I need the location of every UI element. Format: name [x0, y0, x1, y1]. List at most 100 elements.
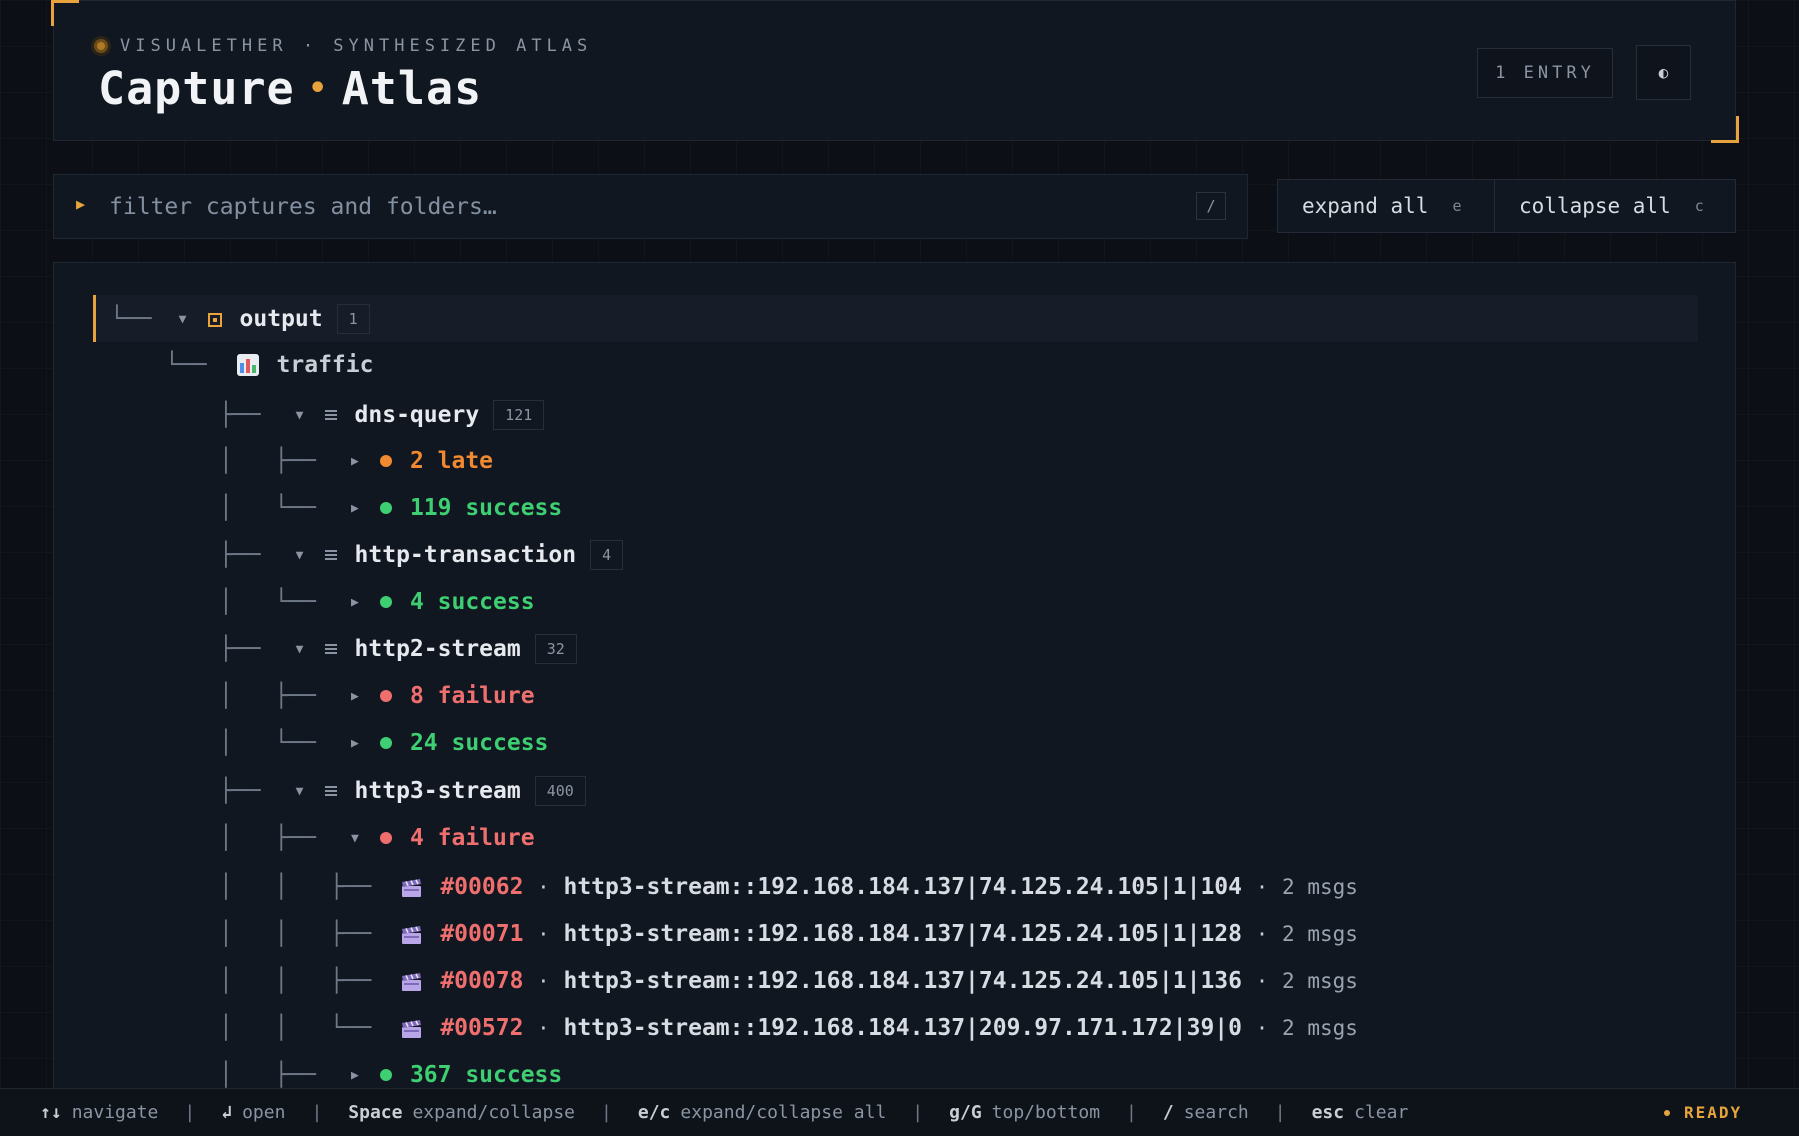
collapse-arrow-icon[interactable]: ▼ [346, 831, 364, 846]
capture-row[interactable]: │ │ ├── #00078 · http3-stream::192.168.1… [219, 958, 1358, 1004]
collapse-arrow-icon[interactable]: ▼ [174, 312, 192, 327]
collapse-arrow-icon[interactable]: ▼ [291, 784, 309, 799]
list-icon [324, 786, 337, 798]
status-label: 2 late [409, 448, 494, 474]
tree-guide: │ │ ├── [219, 874, 372, 900]
tree-guide: │ │ ├── [219, 968, 372, 994]
status-label: 8 failure [409, 683, 535, 709]
keyboard-hints-footer: ↑↓ navigate | ↲ open | Space expand/coll… [0, 1088, 1799, 1136]
collapse-arrow-icon[interactable]: ▼ [291, 408, 309, 423]
title-separator: • [308, 71, 328, 106]
hint-label: expand/collapse [412, 1102, 576, 1123]
hint-label: navigate [71, 1102, 159, 1123]
expand-arrow-icon[interactable]: ▶ [346, 736, 364, 751]
capture-name: http3-stream::192.168.184.137|74.125.24.… [563, 874, 1242, 900]
tree-row-status[interactable]: │ ├── ▼ 4 failure [219, 815, 535, 861]
tree-node-name: output [239, 306, 323, 332]
tree-row-status[interactable]: │ ├── ▶ 8 failure [219, 673, 535, 719]
hint-label: top/bottom [991, 1102, 1101, 1123]
hint-key: e/c [637, 1102, 671, 1123]
expand-arrow-icon[interactable]: ▶ [346, 454, 364, 469]
status-label: 367 success [409, 1062, 563, 1088]
capture-name: http3-stream::192.168.184.137|74.125.24.… [563, 921, 1242, 947]
search-shortcut-key: / [1196, 192, 1226, 220]
capture-row[interactable]: │ │ └── #00572 · http3-stream::192.168.1… [219, 1005, 1358, 1051]
tree-node-name: dns-query [354, 402, 480, 428]
expand-arrow-icon[interactable]: ▶ [346, 1068, 364, 1083]
count-badge: 32 [534, 634, 577, 664]
hint-label: clear [1354, 1102, 1409, 1123]
divider: | [311, 1102, 323, 1123]
capture-id: #00071 [440, 921, 524, 947]
clapperboard-icon [402, 972, 422, 991]
enter-key-icon: ↲ [221, 1102, 233, 1123]
hint-key: Space [348, 1102, 403, 1123]
tree-row-dns-query[interactable]: ├── ▼ dns-query 121 [219, 392, 545, 438]
tree-row-http2-stream[interactable]: ├── ▼ http2-stream 32 [219, 626, 577, 672]
capture-id: #00572 [440, 1015, 524, 1041]
tree-guide: │ └── [219, 589, 316, 615]
status-text: READY [1684, 1103, 1743, 1122]
tree-guide: │ ├── [219, 448, 316, 474]
expand-arrow-icon[interactable]: ▶ [346, 595, 364, 610]
tree-node-name: http3-stream [354, 778, 521, 804]
expand-all-shortcut: e [1452, 197, 1462, 215]
tree-guide: │ └── [219, 730, 316, 756]
collapse-arrow-icon[interactable]: ▼ [291, 642, 309, 657]
divider: | [1126, 1102, 1137, 1123]
collapse-all-button[interactable]: collapse all c [1494, 179, 1736, 233]
tree-row-status[interactable]: │ └── ▶ 24 success [219, 720, 548, 766]
status-label: 4 success [409, 589, 535, 615]
list-icon [324, 410, 337, 422]
separator: · [1255, 1016, 1269, 1040]
count-badge: 121 [493, 400, 545, 430]
collapse-all-shortcut: c [1694, 197, 1704, 215]
hint-space: Space expand/collapse [348, 1102, 575, 1123]
expand-all-button[interactable]: expand all e [1277, 179, 1495, 233]
search-bar: ▶ / [53, 174, 1248, 239]
tree-node-name: traffic [276, 352, 374, 378]
separator: · [1255, 922, 1269, 946]
hint-key: esc [1311, 1102, 1345, 1123]
collapse-arrow-icon[interactable]: ▼ [291, 548, 309, 563]
collapse-all-label: collapse all [1519, 194, 1671, 218]
tree-guide: │ └── [219, 495, 316, 521]
tree-row-status[interactable]: │ └── ▶ 4 success [219, 579, 535, 625]
message-count: 2 msgs [1282, 1016, 1358, 1040]
search-input[interactable] [109, 189, 1109, 225]
capture-row[interactable]: │ │ ├── #00071 · http3-stream::192.168.1… [219, 911, 1358, 957]
tree-row-http-transaction[interactable]: ├── ▼ http-transaction 4 [219, 532, 624, 578]
tree-row-output[interactable]: └── ▼ output 1 [110, 296, 370, 342]
tree-row-http3-stream[interactable]: ├── ▼ http3-stream 400 [219, 768, 586, 814]
brand-label: VISUALETHER · SYNTHESIZED ATLAS [120, 36, 593, 56]
separator: · [537, 1016, 550, 1040]
count-badge: 4 [590, 540, 624, 570]
tree-row-status[interactable]: │ ├── ▶ 2 late [219, 438, 493, 484]
separator: · [1255, 969, 1269, 993]
tree-row-traffic[interactable]: └── traffic [165, 342, 373, 388]
tree-row-status[interactable]: │ └── ▶ 119 success [219, 485, 562, 531]
expand-arrow-icon[interactable]: ▶ [346, 689, 364, 704]
page-title: Capture • Atlas [98, 62, 482, 115]
tree-guide: ├── [219, 402, 261, 428]
message-count: 2 msgs [1282, 922, 1358, 946]
clapperboard-icon [402, 878, 422, 897]
success-status-dot-icon [379, 596, 392, 608]
status-label: 119 success [409, 495, 563, 521]
tree-guide: │ ├── [219, 825, 316, 851]
hint-top-bottom: g/G top/bottom [949, 1102, 1100, 1123]
header-corner-accent [1711, 116, 1739, 143]
tree-node-name: http-transaction [354, 542, 577, 568]
capture-row[interactable]: │ │ ├── #00062 · http3-stream::192.168.1… [219, 864, 1358, 910]
tree-guide: └── [110, 306, 152, 332]
brand-row: VISUALETHER · SYNTHESIZED ATLAS [94, 36, 592, 56]
capture-id: #00062 [440, 874, 524, 900]
failure-status-dot-icon [379, 690, 392, 702]
expand-arrow-icon[interactable]: ▶ [346, 501, 364, 516]
hint-search: / search [1163, 1102, 1249, 1123]
list-icon [324, 550, 337, 562]
message-count: 2 msgs [1282, 875, 1358, 899]
count-badge: 1 [336, 304, 370, 334]
contrast-icon: ◐ [1658, 63, 1669, 82]
theme-toggle-button[interactable]: ◐ [1636, 45, 1691, 100]
